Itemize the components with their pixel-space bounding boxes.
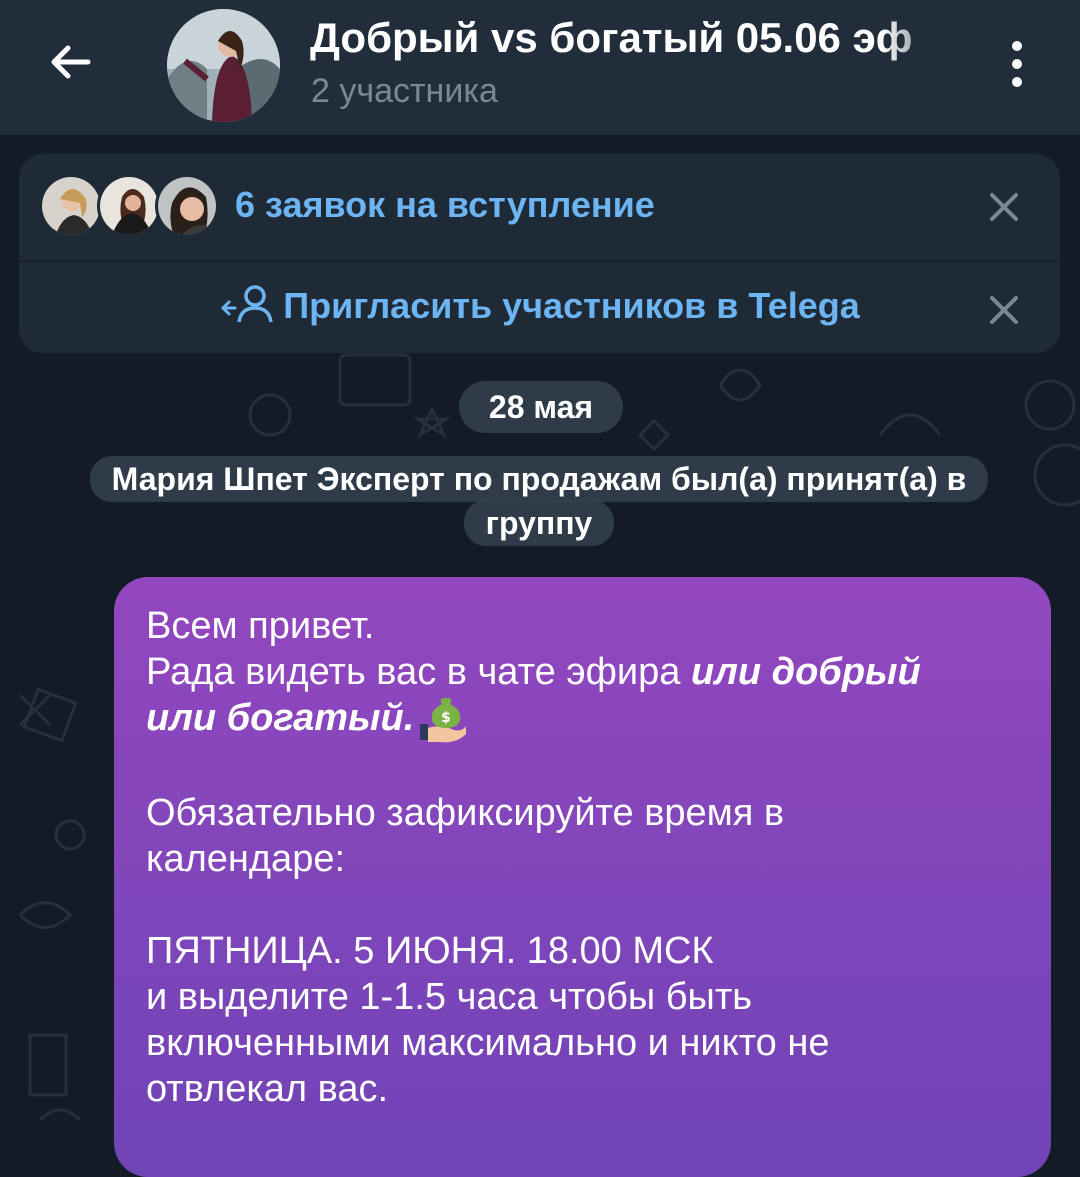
request-avatar bbox=[97, 174, 161, 238]
group-avatar-image bbox=[167, 9, 280, 122]
chat-title: Добрый vs богатый 05.06 эф bbox=[310, 14, 913, 61]
close-icon bbox=[990, 296, 1018, 324]
join-requests-close-button[interactable] bbox=[984, 187, 1024, 227]
message-emphasis: или добрый bbox=[690, 651, 921, 693]
member-count: 2 участника bbox=[311, 72, 498, 110]
join-requests-label: 6 заявок на вступление bbox=[235, 184, 655, 225]
message-line: Рада видеть вас в чате эфира или добрый bbox=[146, 651, 921, 693]
service-message: Мария Шпет Эксперт по продажам был(а) пр… bbox=[46, 456, 1032, 546]
message-text[interactable]: Всем привет. Рада видеть вас в чате эфир… bbox=[146, 603, 1026, 1112]
message-line: включенными максимально и никто не bbox=[146, 1022, 830, 1064]
back-button[interactable] bbox=[44, 42, 100, 82]
message-line: ПЯТНИЦА. 5 ИЮНЯ. 18.00 МСК bbox=[146, 930, 714, 972]
invite-close-button[interactable] bbox=[984, 290, 1024, 330]
chat-header: Добрый vs богатый 05.06 эф 2 участника bbox=[0, 0, 1080, 135]
more-vertical-icon bbox=[1012, 41, 1022, 87]
arrow-left-icon bbox=[51, 45, 91, 79]
group-avatar[interactable] bbox=[167, 9, 280, 122]
close-icon bbox=[990, 193, 1018, 221]
pending-panel: 6 заявок на вступление Пригласить участн… bbox=[19, 154, 1060, 353]
message-emphasis: или богатый. bbox=[146, 697, 415, 739]
request-avatar bbox=[39, 174, 103, 238]
invite-label: Пригласить участников в Telega bbox=[283, 285, 860, 326]
message-line: или богатый. $ bbox=[146, 695, 1026, 744]
message-line: Обязательно зафиксируйте время в bbox=[146, 792, 785, 834]
service-message-text: Мария Шпет Эксперт по продажам был(а) пр… bbox=[89, 456, 989, 546]
svg-text:$: $ bbox=[441, 710, 451, 726]
request-avatar bbox=[155, 174, 219, 238]
money-bag-hand-icon: $ bbox=[418, 698, 468, 744]
more-menu-button[interactable] bbox=[1000, 38, 1034, 90]
invite-bar[interactable]: Пригласить участников в Telega bbox=[19, 262, 1060, 353]
message-line: отвлекал вас. bbox=[146, 1068, 389, 1110]
message-line: и выделите 1-1.5 часа чтобы быть bbox=[146, 976, 753, 1018]
invite-button[interactable]: Пригласить участников в Telega bbox=[19, 284, 1060, 327]
add-user-icon bbox=[221, 285, 273, 323]
message-line: Всем привет. bbox=[146, 605, 375, 647]
message-line: календаре: bbox=[146, 838, 346, 880]
join-requests-bar[interactable]: 6 заявок на вступление bbox=[19, 154, 1060, 260]
date-separator: 28 мая bbox=[459, 381, 623, 433]
request-avatars bbox=[39, 174, 231, 238]
